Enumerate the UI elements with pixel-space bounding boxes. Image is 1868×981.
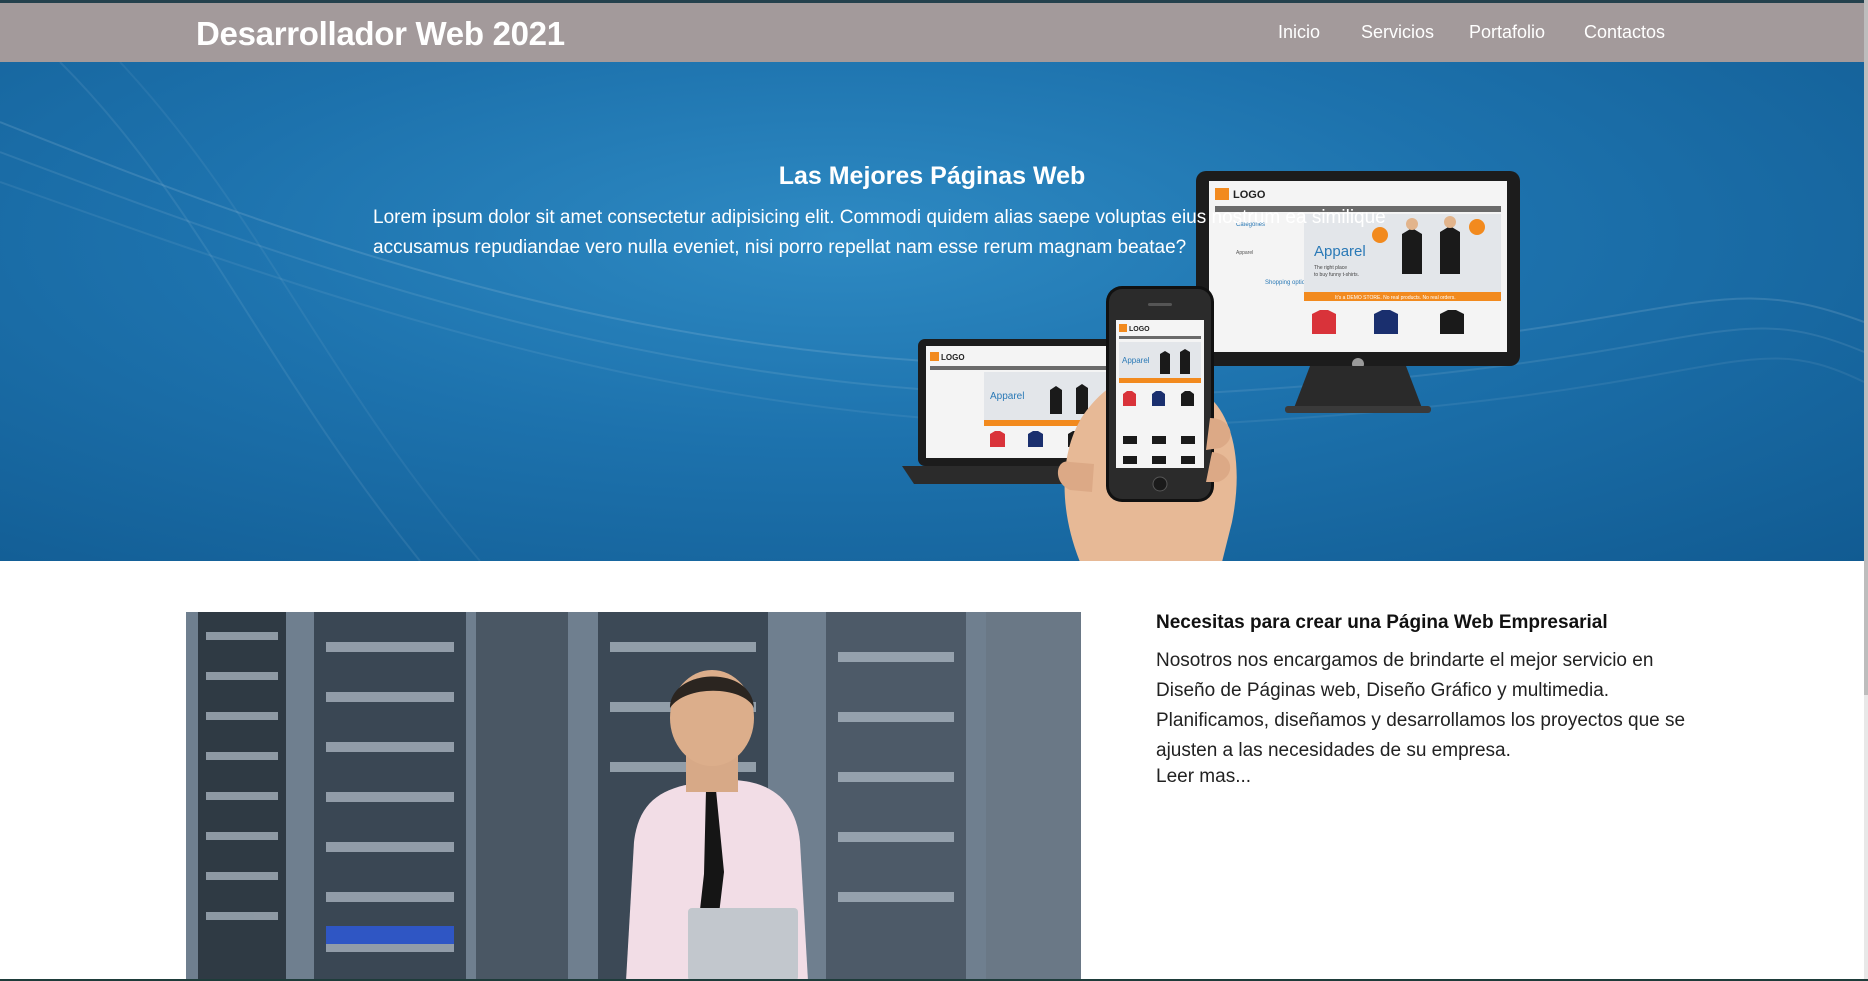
hero-description: Lorem ipsum dolor sit amet consectetur a… <box>373 207 1386 258</box>
scrollbar-thumb[interactable] <box>1864 0 1868 695</box>
phone-logo-text: LOGO <box>1129 326 1150 333</box>
nav-link-servicios[interactable]: Servicios <box>1361 22 1434 43</box>
desktop-logo-text: LOGO <box>1233 189 1266 201</box>
content-title: Necesitas para crear una Página Web Empr… <box>1156 612 1608 633</box>
read-more-link[interactable]: Leer mas... <box>1156 766 1251 788</box>
navbar: Desarrollador Web 2021 Inicio Servicios … <box>0 3 1864 62</box>
server-room-photo <box>186 612 1081 981</box>
hero-banner: Las Mejores Páginas Web LOGO Categories … <box>0 62 1864 561</box>
phone-banner-title: Apparel <box>1122 356 1150 365</box>
desktop-demo-strip: It's a DEMO STORE. No real products. No … <box>1335 295 1456 301</box>
nav-link-portafolio[interactable]: Portafolio <box>1469 22 1545 43</box>
brand-title[interactable]: Desarrollador Web 2021 <box>196 15 565 53</box>
content-description: Nosotros nos encargamos de brindarte el … <box>1156 650 1686 761</box>
laptop-logo-text: LOGO <box>941 353 965 362</box>
desktop-banner-sub1: The right place <box>1314 265 1347 271</box>
laptop-banner-title: Apparel <box>990 391 1024 402</box>
server-room-illustration <box>186 612 1081 981</box>
desktop-banner-sub2: to buy funny t-shirts. <box>1314 272 1359 278</box>
nav-link-contactos[interactable]: Contactos <box>1584 22 1665 43</box>
hand-with-phone: LOGO Apparel <box>1057 286 1237 561</box>
nav-link-inicio[interactable]: Inicio <box>1278 22 1320 43</box>
